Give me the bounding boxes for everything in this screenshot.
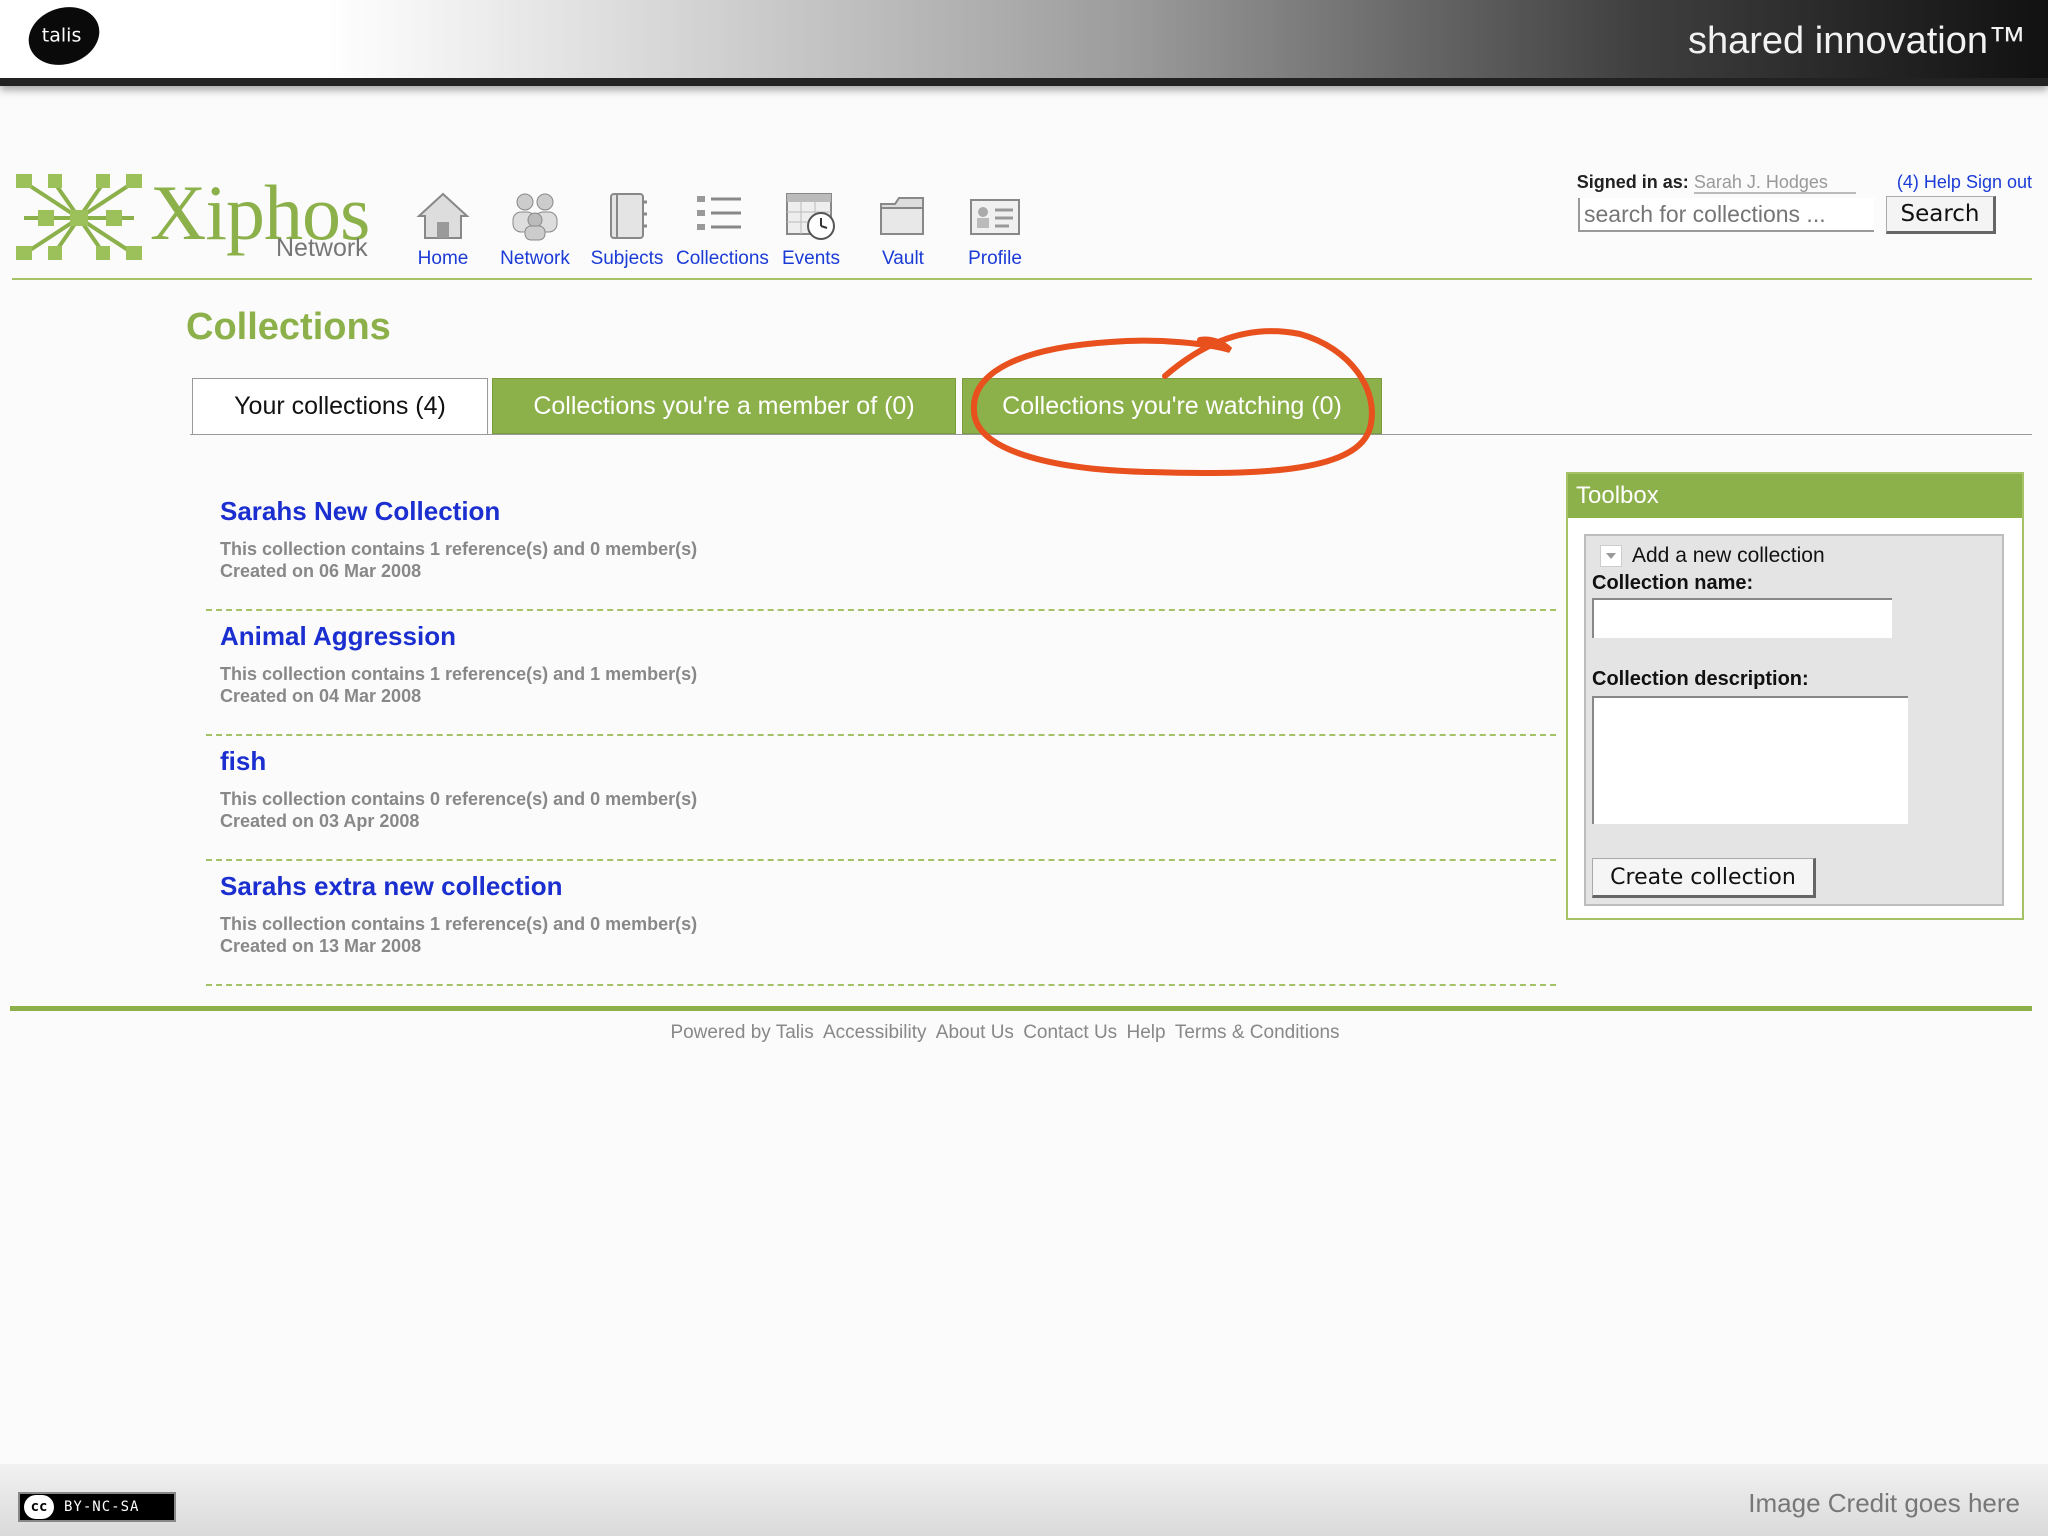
- add-collection-label: Add a new collection: [1632, 544, 1825, 567]
- footer-link-help[interactable]: Help: [1126, 1022, 1165, 1043]
- cc-license-text: BY-NC-SA: [64, 1499, 140, 1515]
- list-icon: [697, 196, 741, 230]
- list-item: fish This collection contains 0 referenc…: [206, 736, 1556, 861]
- calendar-clock-icon: [786, 193, 835, 240]
- user-name-link[interactable]: Sarah J. Hodges: [1693, 172, 1856, 194]
- nav-subjects-label: Subjects: [590, 248, 664, 269]
- footer-link-terms[interactable]: Terms & Conditions: [1175, 1022, 1340, 1043]
- talis-logo: talis: [21, 0, 107, 74]
- folder-icon: [880, 197, 924, 235]
- people-icon: [512, 193, 558, 241]
- add-collection-toggle[interactable]: Add a new collection: [1600, 544, 1825, 568]
- nav-vault[interactable]: Vault: [860, 190, 946, 270]
- nav-events[interactable]: Events: [768, 190, 854, 270]
- toolbox-panel: Toolbox Add a new collection Collection …: [1566, 472, 2024, 920]
- list-item: Animal Aggression This collection contai…: [206, 611, 1556, 736]
- profile-card-icon: [970, 199, 1020, 235]
- nav-collections-label: Collections: [676, 248, 769, 269]
- collection-description-input[interactable]: [1592, 696, 1908, 824]
- collection-title-link[interactable]: Animal Aggression: [220, 621, 456, 652]
- home-icon: [416, 192, 470, 239]
- account-links[interactable]: (4) Help Sign out: [1897, 172, 2032, 192]
- tab-your-collections[interactable]: Your collections (4): [192, 378, 488, 434]
- list-item: Sarahs extra new collection This collect…: [206, 861, 1556, 986]
- collection-summary: This collection contains 0 reference(s) …: [220, 789, 698, 809]
- signin-status: Signed in as: Sarah J. Hodges (4) Help S…: [1576, 172, 2032, 194]
- collection-created: Created on 04 Mar 2008: [220, 686, 422, 706]
- search-input[interactable]: [1578, 198, 1874, 232]
- create-collection-button[interactable]: Create collection: [1592, 858, 1816, 898]
- footer-link-powered[interactable]: Powered by Talis: [670, 1022, 813, 1043]
- collection-name-input[interactable]: [1592, 598, 1892, 638]
- cc-icon: cc: [24, 1495, 54, 1519]
- collection-created: Created on 06 Mar 2008: [220, 561, 422, 581]
- collection-created: Created on 03 Apr 2008: [220, 811, 420, 831]
- nav-events-label: Events: [781, 248, 841, 269]
- collection-title-link[interactable]: Sarahs New Collection: [220, 496, 500, 527]
- notebook-icon: [610, 193, 647, 239]
- search-button[interactable]: Search: [1886, 196, 1996, 234]
- nav-vault-label: Vault: [882, 248, 924, 269]
- nav-home[interactable]: Home: [400, 190, 486, 270]
- xiphos-sub: Network: [276, 234, 368, 262]
- toolbox-title: Toolbox: [1568, 474, 2022, 518]
- page-title: Collections: [186, 306, 391, 348]
- nav-subjects[interactable]: Subjects: [584, 190, 670, 270]
- footer-link-accessibility[interactable]: Accessibility: [823, 1022, 926, 1043]
- collection-created: Created on 13 Mar 2008: [220, 936, 422, 956]
- collections-list: Sarahs New Collection This collection co…: [206, 486, 1556, 986]
- collection-meta: This collection contains 1 reference(s) …: [220, 538, 697, 582]
- tab-member-collections[interactable]: Collections you're a member of (0): [492, 378, 956, 434]
- collection-name-label: Collection name:: [1592, 572, 1754, 594]
- cc-license-badge: cc BY-NC-SA: [18, 1492, 176, 1522]
- collection-meta: This collection contains 0 reference(s) …: [220, 788, 697, 832]
- signed-in-label: Signed in as:: [1576, 172, 1689, 192]
- image-credit: Image Credit goes here: [1748, 1488, 2020, 1518]
- nav-profile[interactable]: Profile: [952, 190, 1038, 270]
- collection-description-label: Collection description:: [1592, 668, 1809, 690]
- collection-title-link[interactable]: fish: [220, 746, 266, 777]
- slide-footer-bar: [0, 1464, 2048, 1536]
- collection-summary: This collection contains 1 reference(s) …: [220, 539, 698, 559]
- header-divider: [12, 278, 2032, 280]
- footer-links: Powered by Talis Accessibility About Us …: [0, 1022, 2010, 1044]
- list-item: Sarahs New Collection This collection co…: [206, 486, 1556, 611]
- collection-summary: This collection contains 1 reference(s) …: [220, 914, 698, 934]
- nav-home-label: Home: [417, 248, 469, 269]
- footer-divider: [10, 1006, 2032, 1011]
- collection-meta: This collection contains 1 reference(s) …: [220, 663, 697, 707]
- xiphos-logo[interactable]: Xiphos Network: [14, 169, 374, 272]
- new-collection-form: Add a new collection Collection name: Co…: [1584, 534, 2004, 906]
- nav-collections[interactable]: Collections: [676, 190, 769, 270]
- collection-meta: This collection contains 1 reference(s) …: [220, 913, 697, 957]
- tabs-baseline: [190, 434, 2032, 435]
- slide-banner: talis shared innovation™: [0, 0, 2048, 86]
- talis-logo-text: talis: [41, 24, 82, 47]
- nav-network[interactable]: Network: [492, 190, 578, 270]
- nav-network-label: Network: [500, 248, 570, 269]
- tagline: shared innovation™: [1688, 20, 2026, 62]
- footer-link-contact[interactable]: Contact Us: [1023, 1022, 1117, 1043]
- nav-profile-label: Profile: [968, 248, 1022, 269]
- chevron-down-icon: [1600, 545, 1622, 568]
- network-cube-icon: [16, 174, 142, 260]
- collection-summary: This collection contains 1 reference(s) …: [220, 664, 698, 684]
- footer-link-about[interactable]: About Us: [936, 1022, 1014, 1043]
- tab-watching-collections[interactable]: Collections you're watching (0): [962, 378, 1382, 434]
- collection-title-link[interactable]: Sarahs extra new collection: [220, 871, 562, 902]
